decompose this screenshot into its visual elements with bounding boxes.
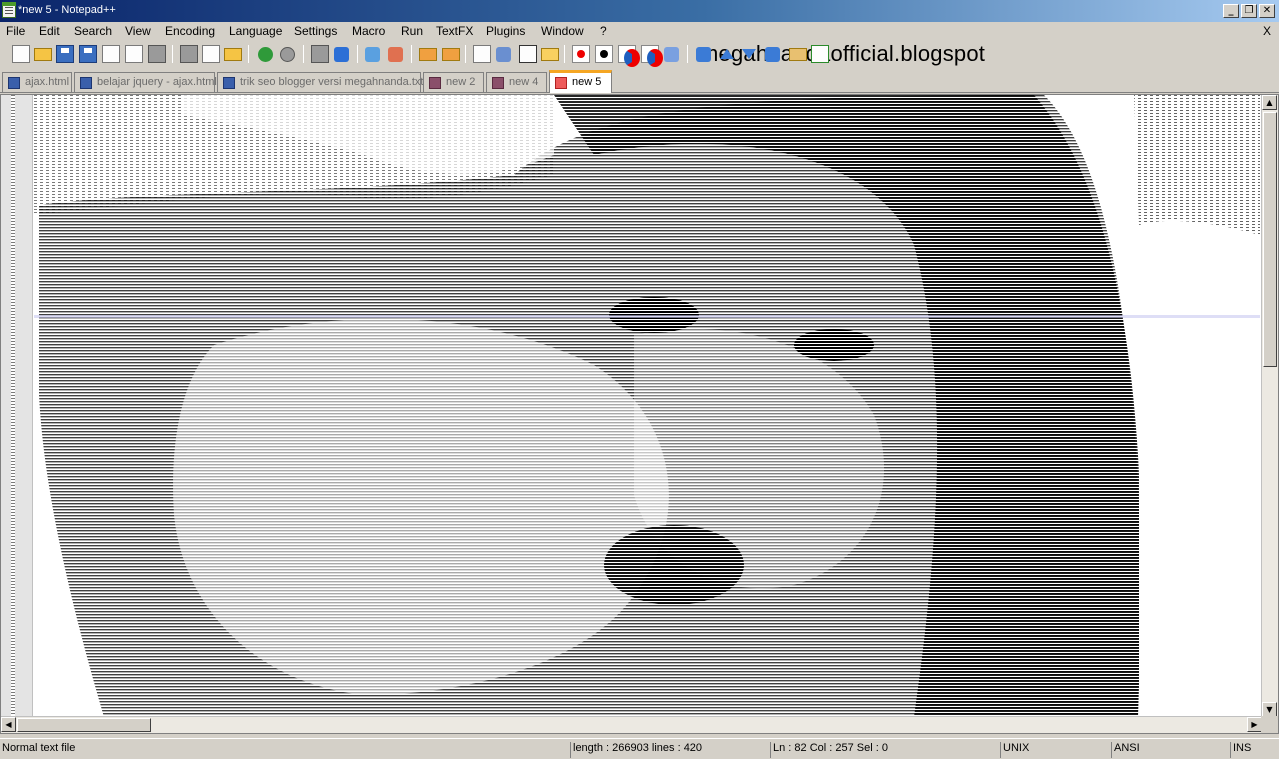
status-length-lines: length : 266903 lines : 420 [570,742,768,758]
textfx-icon[interactable] [696,47,711,62]
tab-trik-seo[interactable]: trik seo blogger versi megahnanda.txt [217,72,424,92]
menu-macro[interactable]: Macro [352,24,385,38]
editor-pane[interactable]: ▲ ▼ ◀ ▶ [0,94,1279,734]
indent-guide-icon[interactable] [519,45,537,63]
cut-icon[interactable] [180,45,198,63]
menu-view[interactable]: View [125,24,151,38]
window-title: *new 5 - Notepad++ [18,4,116,16]
word-wrap-icon[interactable] [473,45,491,63]
save-all-icon[interactable] [79,45,97,63]
paste-icon[interactable] [224,48,242,61]
status-cursor-position: Ln : 82 Col : 257 Sel : 0 [770,742,998,758]
run-macro-multiple-icon[interactable] [641,45,663,67]
tab-label: new 4 [509,76,539,88]
vertical-scroll-thumb[interactable] [1263,112,1277,367]
horizontal-scrollbar[interactable]: ◀ ▶ [1,716,1262,733]
file-modified-icon [429,77,441,89]
scroll-right-button[interactable]: ▶ [1247,717,1262,732]
file-saved-icon [80,77,92,89]
sync-horizontal-icon[interactable] [442,48,460,61]
minimize-button[interactable]: _ [1223,4,1239,18]
notepad-app-icon[interactable] [2,2,16,18]
menu-encoding[interactable]: Encoding [165,24,215,38]
sort-icon[interactable] [765,47,780,62]
tab-label: new 5 [572,76,602,88]
tab-ajax-html[interactable]: ajax.html [2,72,72,92]
status-insert-mode: INS [1230,742,1279,758]
title-bar[interactable]: *new 5 - Notepad++ _ ❐ ✕ [0,0,1279,22]
up-icon[interactable] [720,49,734,59]
open-folder-icon[interactable] [34,48,52,61]
scroll-left-button[interactable]: ◀ [1,717,16,732]
print-icon[interactable] [148,45,166,63]
menu-help[interactable]: ? [600,24,607,38]
close-icon[interactable] [102,45,120,63]
toolbar [0,41,1279,67]
vertical-scrollbar[interactable]: ▲ ▼ [1261,95,1278,717]
status-file-type: Normal text file [2,742,76,754]
menu-language[interactable]: Language [229,24,282,38]
down-icon[interactable] [742,49,756,59]
file-modified-icon [492,77,504,89]
restore-button[interactable]: ❐ [1241,4,1257,18]
file-modified-icon [555,77,567,89]
menu-bar: File Edit Search View Encoding Language … [0,22,1279,66]
scrollbar-corner [1261,716,1278,733]
status-eol: UNIX [1000,742,1110,758]
horizontal-scroll-thumb[interactable] [17,718,151,732]
tab-label: belajar jquery - ajax.html [97,76,217,88]
redo-icon[interactable] [280,47,295,62]
menu-search[interactable]: Search [74,24,112,38]
tab-belajar-jquery[interactable]: belajar jquery - ajax.html [74,72,217,92]
zoom-out-icon[interactable] [388,47,403,62]
menu-run[interactable]: Run [401,24,423,38]
close-document-button[interactable]: X [1263,24,1271,38]
window-controls: _ ❐ ✕ [1223,4,1275,18]
find-icon[interactable] [311,45,329,63]
show-all-chars-icon[interactable] [496,47,511,62]
tab-label: ajax.html [25,76,70,88]
menu-settings[interactable]: Settings [294,24,337,38]
zoom-in-icon[interactable] [365,47,380,62]
tab-label: trik seo blogger versi megahnanda.txt [240,76,424,88]
sync-vertical-icon[interactable] [419,48,437,61]
close-window-button[interactable]: ✕ [1259,4,1275,18]
menu-window[interactable]: Window [541,24,584,38]
stop-macro-icon[interactable] [595,45,613,63]
close-all-icon[interactable] [125,45,143,63]
play-macro-icon[interactable] [618,45,640,67]
notepad-plus-plus-window: *new 5 - Notepad++ _ ❐ ✕ File Edit Searc… [0,0,1279,759]
scroll-up-button[interactable]: ▲ [1262,95,1277,110]
status-bar: Normal text file length : 266903 lines :… [0,738,1279,759]
tab-label: new 2 [446,76,476,88]
doc-map-icon[interactable] [541,48,559,61]
tab-new-4[interactable]: new 4 [486,72,547,92]
ascii-art-text-area[interactable] [34,95,1260,717]
replace-icon[interactable] [334,47,349,62]
menu-edit[interactable]: Edit [39,24,60,38]
save-icon[interactable] [56,45,74,63]
status-encoding: ANSI [1111,742,1229,758]
record-macro-icon[interactable] [572,45,590,63]
new-file-icon[interactable] [12,45,30,63]
menu-file[interactable]: File [6,24,25,38]
tab-new-5[interactable]: new 5 [549,70,612,93]
menu-textfx[interactable]: TextFX [436,24,473,38]
save-macro-icon[interactable] [664,47,679,62]
copy-icon[interactable] [202,45,220,63]
file-saved-icon [8,77,20,89]
scroll-down-button[interactable]: ▼ [1262,702,1277,717]
spellcheck-icon[interactable] [811,45,829,63]
undo-icon[interactable] [258,47,273,62]
file-saved-icon [223,77,235,89]
tab-bar: ajax.html belajar jquery - ajax.html tri… [0,69,1279,93]
menu-plugins[interactable]: Plugins [486,24,525,38]
print-preview-icon[interactable] [789,48,807,61]
tab-new-2[interactable]: new 2 [423,72,484,92]
fold-margin[interactable] [1,95,33,717]
